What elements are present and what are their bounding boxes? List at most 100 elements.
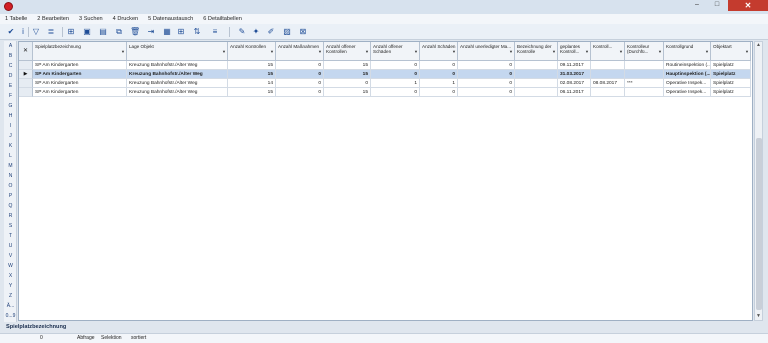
column-dropdown-icon[interactable]: ▼	[585, 49, 589, 54]
menu-item-4[interactable]: 5 Datenaustausch	[148, 16, 193, 22]
report-icon[interactable]: ▨	[282, 27, 292, 37]
brush-icon[interactable]: ✐	[266, 27, 276, 37]
star-icon[interactable]: ✦	[251, 27, 261, 37]
table-cell[interactable]: SP Am Kindergarten	[33, 70, 127, 79]
maximize-button[interactable]: □	[708, 0, 726, 10]
menu-item-3[interactable]: 4 Drucken	[113, 16, 139, 22]
alphabet-letter[interactable]: P	[4, 191, 17, 201]
alphabet-letter[interactable]: E	[4, 81, 17, 91]
column-header[interactable]: Kontrollgrund ▼	[664, 42, 711, 61]
column-header[interactable]: Objektart ▼	[711, 42, 751, 61]
table-cell[interactable]	[625, 61, 664, 70]
alphabet-letter[interactable]: C	[4, 61, 17, 71]
export-icon[interactable]: ⇥	[146, 27, 156, 37]
column-header[interactable]: Anzahl Maßnahmen ▼	[276, 42, 324, 61]
column-dropdown-icon[interactable]: ▼	[222, 49, 226, 54]
alphabet-letter[interactable]: F	[4, 91, 17, 101]
alphabet-letter[interactable]: K	[4, 141, 17, 151]
alphabet-letter[interactable]: R	[4, 211, 17, 221]
table-cell[interactable]	[515, 79, 558, 88]
table-cell[interactable]: 06.11.2017	[558, 88, 591, 97]
info-icon[interactable]: i	[18, 27, 28, 37]
column-header[interactable]: Anzahl Schäden ▼	[420, 42, 458, 61]
alphabet-letter[interactable]: X	[4, 271, 17, 281]
table-cell[interactable]	[625, 88, 664, 97]
close-button[interactable]: ✕	[728, 0, 768, 11]
scroll-up-icon[interactable]: ▲	[755, 42, 762, 49]
table-cell[interactable]: 15	[228, 61, 276, 70]
row-indicator-icon[interactable]	[19, 79, 33, 88]
table-cell[interactable]: 0	[420, 70, 458, 79]
alphabet-letter[interactable]: W	[4, 261, 17, 271]
column-header[interactable]: geplantes Kontroll... ▼	[558, 42, 591, 61]
column-dropdown-icon[interactable]: ▼	[509, 49, 513, 54]
alphabet-letter[interactable]: T	[4, 231, 17, 241]
table-cell[interactable]: 15	[324, 70, 371, 79]
alphabet-letter[interactable]: D	[4, 71, 17, 81]
alphabet-letter[interactable]: S	[4, 221, 17, 231]
table-cell[interactable]: SP Am Kindergarten	[33, 61, 127, 70]
table-cell[interactable]	[515, 61, 558, 70]
checkmark-icon[interactable]: ✔	[6, 27, 16, 37]
table-cell[interactable]	[591, 61, 625, 70]
scrollbar-thumb[interactable]	[756, 138, 762, 310]
column-header[interactable]: Kontroll... ▼	[591, 42, 625, 61]
table-cell[interactable]: 0	[276, 79, 324, 88]
menu-item-5[interactable]: 6 Detailtabellen	[203, 16, 242, 22]
row-indicator-icon[interactable]: ▶	[19, 70, 33, 79]
table-cell[interactable]: Kreuzung Bahnhofstr./Alter Weg	[127, 79, 228, 88]
alphabet-letter[interactable]: V	[4, 251, 17, 261]
table-cell[interactable]: Kreuzung Bahnhofstr./Alter Weg	[127, 88, 228, 97]
table-cell[interactable]: Routineinspektion (...	[664, 61, 711, 70]
column-dropdown-icon[interactable]: ▼	[270, 49, 274, 54]
alphabet-letter[interactable]: Y	[4, 281, 17, 291]
trash-icon[interactable]: 🗑	[130, 27, 140, 37]
column-dropdown-icon[interactable]: ▼	[658, 49, 662, 54]
table-icon[interactable]: ▦	[162, 27, 172, 37]
scroll-down-icon[interactable]: ▼	[755, 313, 762, 320]
column-header[interactable]: Anzahl offener Schäden ▼	[371, 42, 420, 61]
table-cell[interactable]: 02.08.2017	[558, 79, 591, 88]
clear-icon[interactable]: ⊠	[298, 27, 308, 37]
list-options-icon[interactable]: ≣	[46, 27, 56, 37]
table-cell[interactable]: Kreuzung Bahnhofstr./Alter Weg	[127, 61, 228, 70]
alphabet-letter[interactable]: U	[4, 241, 17, 251]
alphabet-letter[interactable]: M	[4, 161, 17, 171]
table-cell[interactable]: 0	[458, 79, 515, 88]
alphabet-letter[interactable]: A	[4, 41, 17, 51]
table-cell[interactable]: SP Am Kindergarten	[33, 88, 127, 97]
table-cell[interactable]: Operative Inspek...	[664, 88, 711, 97]
column-dropdown-icon[interactable]: ▼	[452, 49, 456, 54]
column-dropdown-icon[interactable]: ▼	[365, 49, 369, 54]
grid-icon[interactable]: ⊞	[176, 27, 186, 37]
filter-icon[interactable]: ▽	[31, 27, 41, 37]
table-cell[interactable]: 0	[458, 70, 515, 79]
table-cell[interactable]: 31.03.2017	[558, 70, 591, 79]
table-cell[interactable]: 0	[371, 70, 420, 79]
table-cell[interactable]: Spielplatz	[711, 88, 751, 97]
table-cell[interactable]: Hauptinspektion (...	[664, 70, 711, 79]
column-header[interactable]: Lage Objekt ▼	[127, 42, 228, 61]
alphabet-letter[interactable]: Q	[4, 201, 17, 211]
alphabet-letter[interactable]: N	[4, 171, 17, 181]
alphabet-letter[interactable]: J	[4, 131, 17, 141]
table-cell[interactable]: 0	[371, 88, 420, 97]
table-cell[interactable]: Spielplatz	[711, 61, 751, 70]
copy-icon[interactable]: ⧉	[114, 27, 124, 37]
table-cell[interactable]: Operative Inspek...	[664, 79, 711, 88]
alphabet-letter[interactable]: I	[4, 121, 17, 131]
column-header[interactable]: Anzahl unerledigter Ma... ▼	[458, 42, 515, 61]
column-header[interactable]: Anzahl Kontrollen ▼	[228, 42, 276, 61]
alphabet-letter[interactable]: 0...9	[4, 311, 17, 321]
layout-icon[interactable]: ≡	[210, 27, 220, 37]
table-cell[interactable]: 0	[276, 61, 324, 70]
column-dropdown-icon[interactable]: ▼	[318, 49, 322, 54]
table-cell[interactable]: Spielplatz	[711, 70, 751, 79]
table-cell[interactable]: 0	[458, 88, 515, 97]
column-dropdown-icon[interactable]: ▼	[745, 49, 749, 54]
column-header[interactable]: Anzahl offener Kontrollen ▼	[324, 42, 371, 61]
alphabet-letter[interactable]: Z	[4, 291, 17, 301]
table-cell[interactable]: 15	[228, 70, 276, 79]
table-cell[interactable]: 0	[371, 61, 420, 70]
alphabet-letter[interactable]: B	[4, 51, 17, 61]
